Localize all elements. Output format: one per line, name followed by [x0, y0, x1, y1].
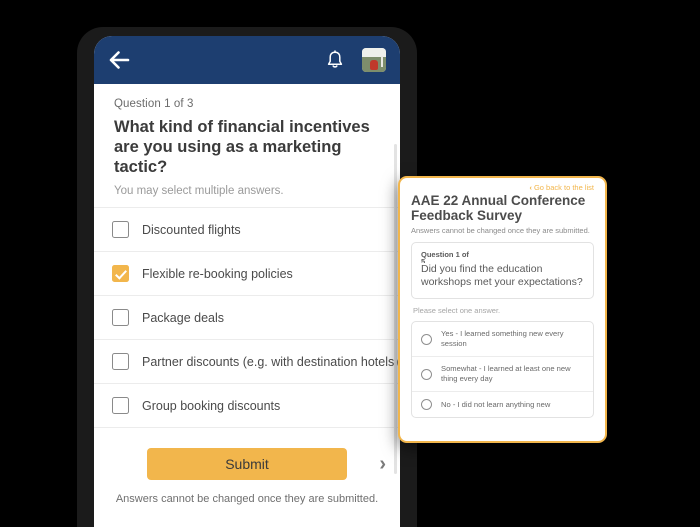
- survey-question-hint: Please select one answer.: [413, 306, 501, 315]
- submit-footnote: Answers cannot be changed once they are …: [115, 493, 379, 505]
- survey-answer-option[interactable]: No - I did not learn anything new: [412, 392, 593, 417]
- checkbox-icon[interactable]: [112, 397, 129, 414]
- chevron-left-icon: ‹: [529, 183, 532, 192]
- survey-question-text: Did you find the education workshops met…: [421, 263, 583, 288]
- avatar-post: [380, 56, 384, 68]
- answer-option-label: Partner discounts (e.g. with destination…: [142, 354, 399, 369]
- avatar-subject: [369, 59, 379, 70]
- radio-button-icon[interactable]: [421, 368, 432, 380]
- checkbox-icon[interactable]: [112, 221, 129, 238]
- question-hint: You may select multiple answers.: [114, 185, 284, 197]
- answer-option-label: Group booking discounts: [142, 398, 281, 413]
- app-bar: [94, 36, 400, 84]
- answer-option[interactable]: Flexible re-booking policies: [94, 252, 400, 296]
- chevron-right-icon[interactable]: ›: [379, 454, 386, 474]
- survey-subtitle: Answers cannot be changed once they are …: [411, 226, 590, 235]
- answer-option[interactable]: Discounted flights: [94, 208, 400, 252]
- answer-option-label: Package deals: [142, 310, 225, 325]
- user-avatar-photo[interactable]: [362, 48, 386, 72]
- phone-screen: Question 1 of 3 What kind of financial i…: [94, 36, 400, 527]
- go-back-label: Go back to the list: [533, 183, 594, 192]
- checkbox-checked-icon[interactable]: [112, 265, 129, 282]
- scrollbar-track[interactable]: [394, 144, 397, 474]
- answer-option-label: Flexible re-booking policies: [142, 266, 293, 281]
- survey-question-counter: Question 1 of: [421, 250, 469, 259]
- answer-option[interactable]: Group booking discounts: [94, 384, 400, 428]
- answer-option[interactable]: Partner discounts (e.g. with destination…: [94, 340, 400, 384]
- question-content: Question 1 of 3 What kind of financial i…: [94, 84, 400, 527]
- checkbox-icon[interactable]: [112, 309, 129, 326]
- answer-option-label: Discounted flights: [142, 222, 241, 237]
- survey-answer-label: Yes - I learned something new every sess…: [441, 329, 564, 348]
- arrow-left-icon[interactable]: [108, 48, 132, 72]
- desktop-survey-card: ‹ Go back to the list AAE 22 Annual Confe…: [398, 176, 607, 443]
- answer-options-list: Discounted flights Flexible re-booking p…: [94, 207, 400, 428]
- notification-bell-icon[interactable]: [322, 47, 348, 73]
- survey-question-card: Question 1 of 5 Did you find the educati…: [411, 242, 594, 299]
- answer-option[interactable]: Package deals: [94, 296, 400, 340]
- survey-title: AAE 22 Annual Conference Feedback Survey: [411, 193, 586, 223]
- submit-button[interactable]: Submit: [147, 448, 347, 480]
- checkbox-icon[interactable]: [112, 353, 129, 370]
- survey-answer-options: Yes - I learned something new every sess…: [411, 321, 594, 418]
- survey-answer-option[interactable]: Somewhat - I learned at least one new th…: [412, 357, 593, 392]
- question-title: What kind of financial incentives are yo…: [114, 118, 370, 176]
- submit-row: Submit ›: [94, 448, 400, 480]
- survey-answer-label: No - I did not learn anything new: [441, 399, 551, 409]
- phone-mockup: Question 1 of 3 What kind of financial i…: [77, 27, 417, 527]
- question-counter: Question 1 of 3: [114, 98, 194, 110]
- radio-button-icon[interactable]: [421, 333, 432, 345]
- radio-button-icon[interactable]: [421, 399, 432, 410]
- go-back-link[interactable]: ‹ Go back to the list: [411, 183, 594, 192]
- survey-answer-option[interactable]: Yes - I learned something new every sess…: [412, 322, 593, 357]
- survey-answer-label: Somewhat - I learned at least one new th…: [441, 364, 571, 383]
